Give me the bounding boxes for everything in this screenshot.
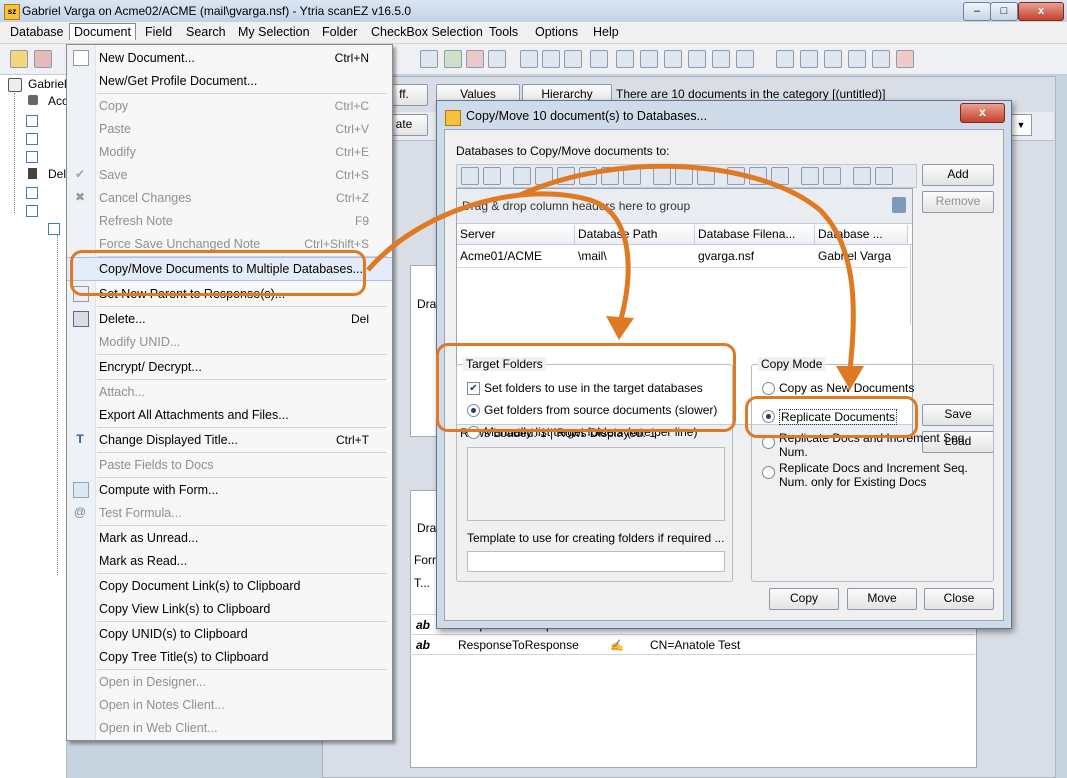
- arrow-head: [836, 366, 864, 390]
- arrow-to-target-folders: [366, 191, 631, 323]
- annotation-arrows: [366, 163, 864, 390]
- arrow-head: [606, 316, 634, 340]
